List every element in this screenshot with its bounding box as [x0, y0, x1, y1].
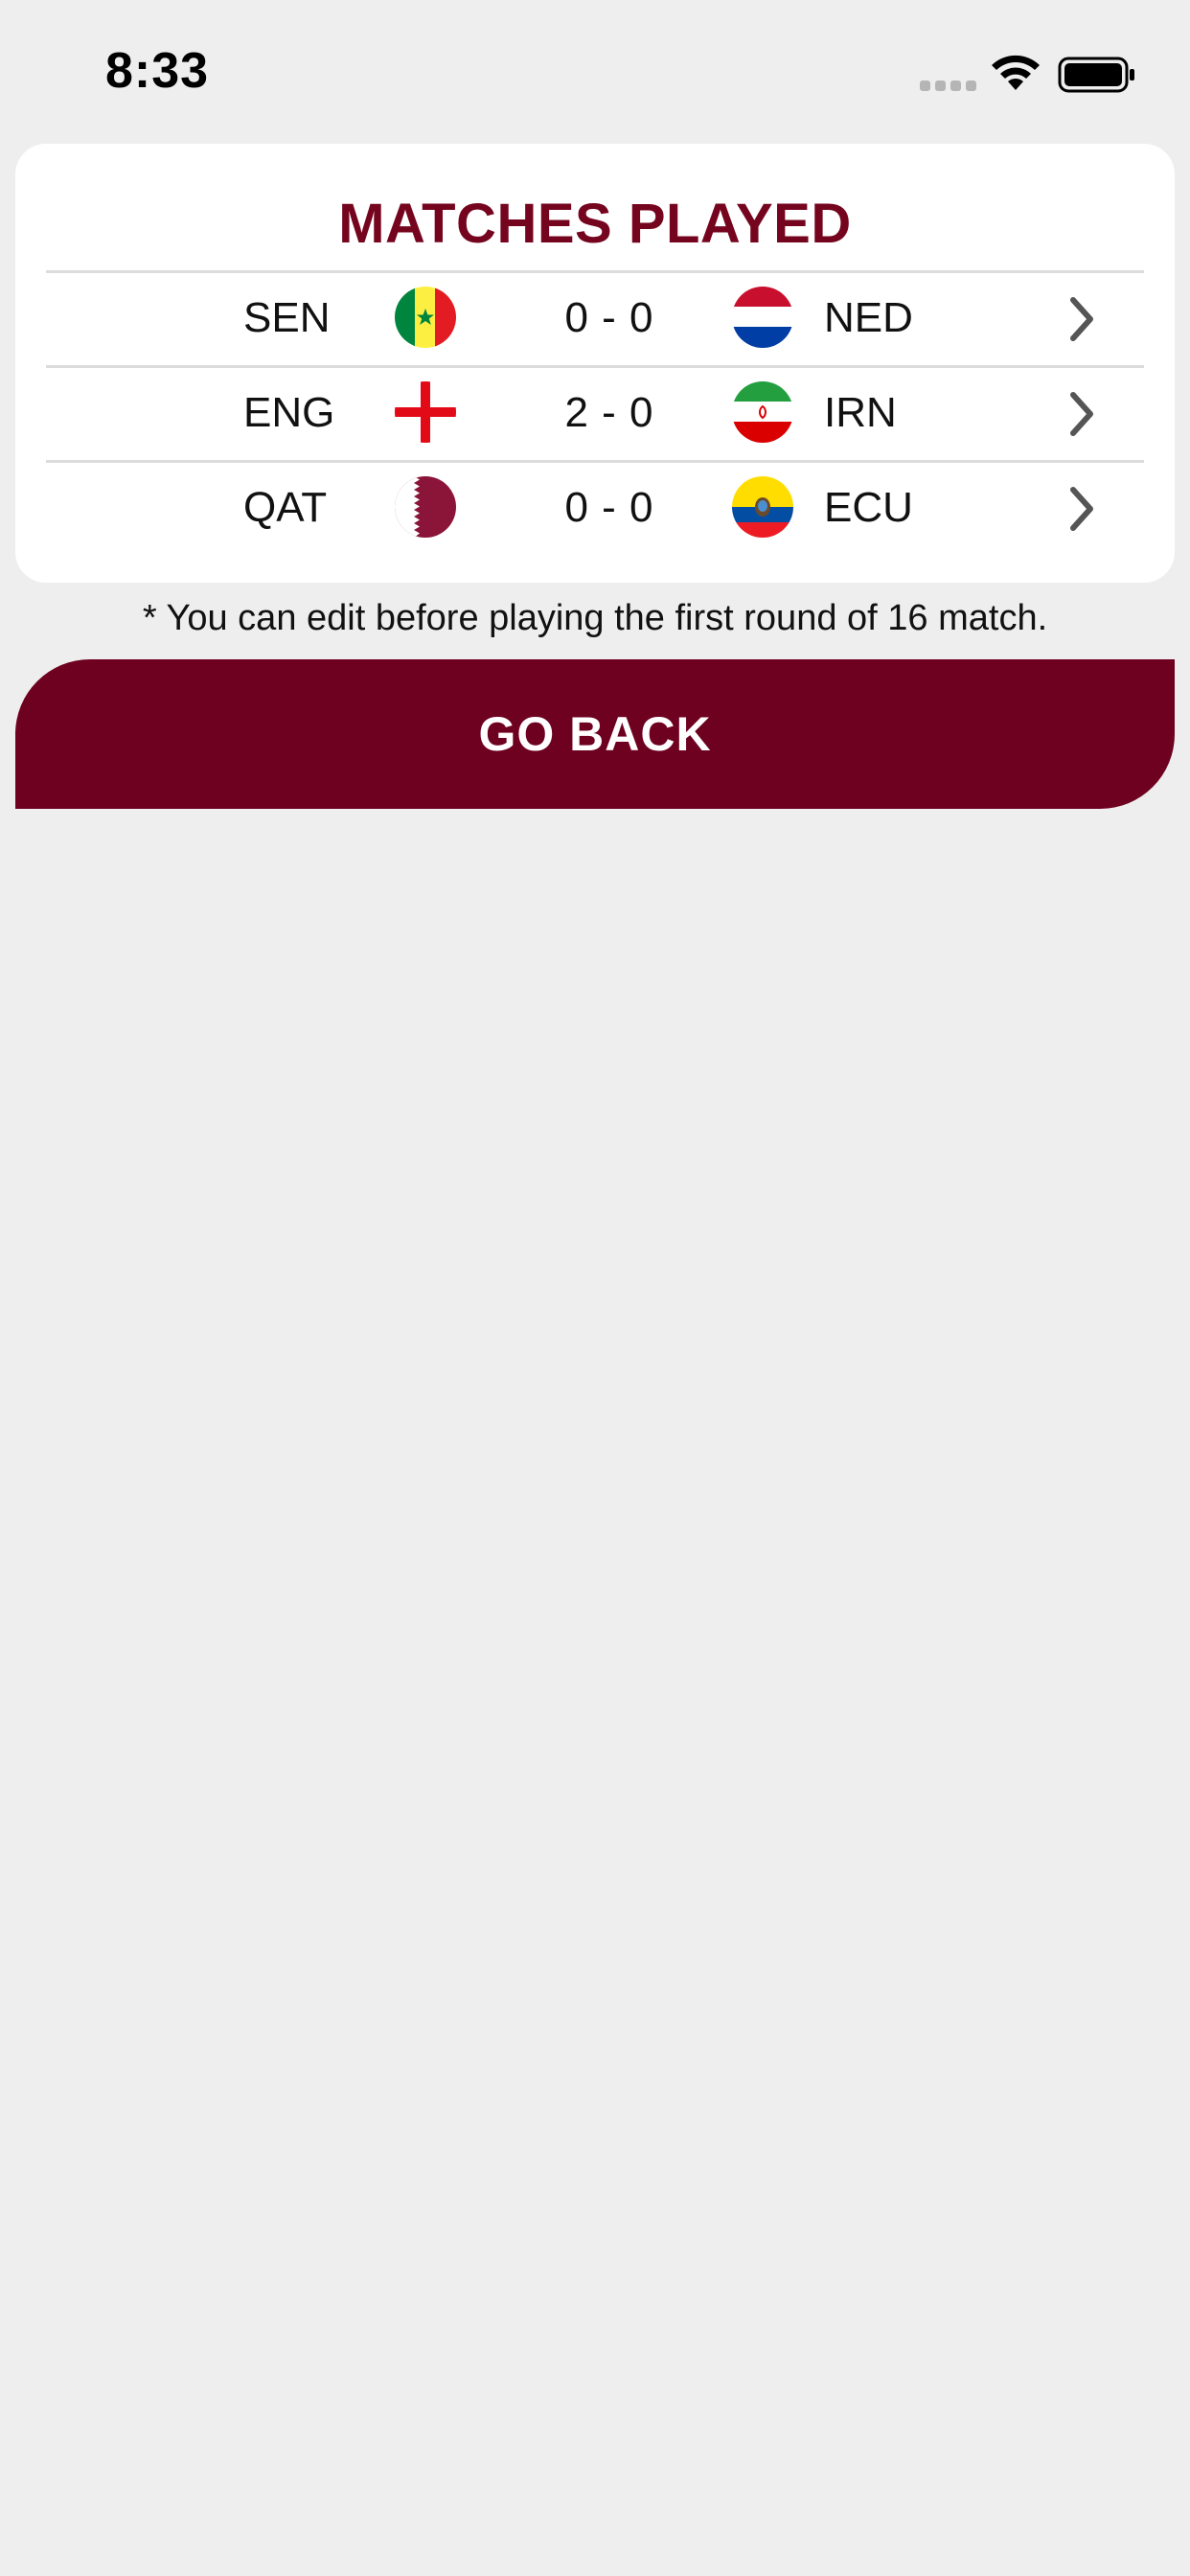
qatar-flag-icon	[395, 476, 456, 538]
status-time: 8:33	[105, 43, 210, 99]
match-score: 2 - 0	[564, 389, 654, 436]
chevron-right-icon[interactable]	[1067, 486, 1096, 532]
iran-flag-icon	[732, 381, 793, 443]
card-title: MATCHES PLAYED	[338, 193, 852, 255]
edit-note: * You can edit before playing the first …	[142, 598, 1048, 638]
cellular-signal-icon	[920, 80, 976, 91]
go-back-button[interactable]: GO BACK	[15, 659, 1175, 809]
away-team: ECU	[824, 484, 913, 531]
home-team: ENG	[243, 389, 335, 436]
match-row[interactable]: SEN 0 - 0 NED	[15, 273, 1175, 365]
ecuador-flag-icon	[732, 476, 793, 538]
chevron-right-icon[interactable]	[1067, 391, 1096, 437]
away-team: NED	[824, 294, 913, 341]
status-bar: 8:33	[0, 0, 1190, 144]
senegal-flag-icon	[395, 287, 456, 348]
match-score: 0 - 0	[564, 484, 654, 531]
match-row[interactable]: ENG 2 - 0 IRN	[15, 368, 1175, 460]
match-score: 0 - 0	[564, 294, 654, 341]
battery-icon	[1058, 57, 1134, 93]
away-team: IRN	[824, 389, 897, 436]
home-team: QAT	[243, 484, 328, 531]
match-row[interactable]: QAT 0 - 0 ECU	[15, 463, 1175, 555]
wifi-icon	[992, 55, 1040, 90]
england-flag-icon	[395, 381, 456, 443]
netherlands-flag-icon	[732, 287, 793, 348]
chevron-right-icon[interactable]	[1067, 296, 1096, 342]
home-team: SEN	[243, 294, 331, 341]
matches-played-card: MATCHES PLAYED SEN 0 - 0 NED ENG 2 - 0 I…	[15, 144, 1175, 583]
